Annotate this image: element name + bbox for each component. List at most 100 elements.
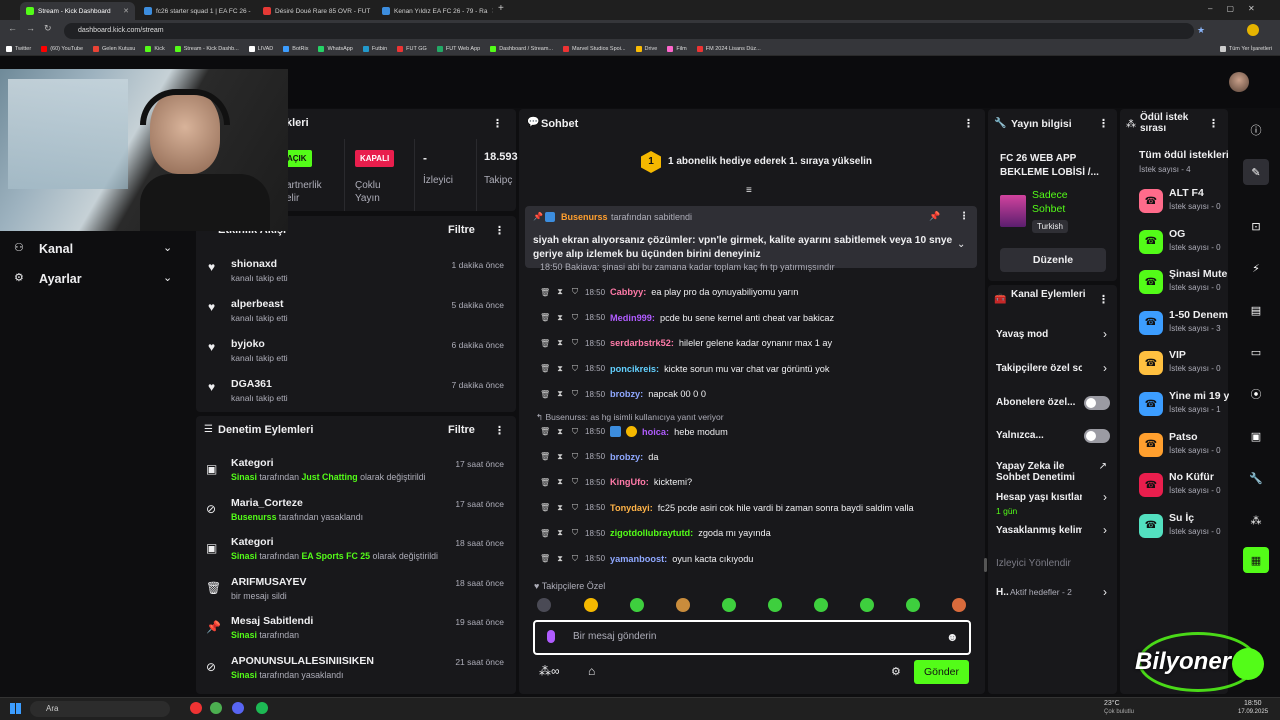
filter-button[interactable]: Filtre (448, 224, 475, 236)
external-link-icon[interactable]: ↗ (1099, 461, 1107, 472)
info-icon[interactable]: ⓘ (1243, 117, 1269, 143)
more-menu-icon[interactable]: ⋮ (1098, 293, 1109, 306)
chat-username[interactable]: poncikreis: (610, 364, 659, 374)
user-avatar[interactable] (1229, 72, 1249, 92)
chevron-down-icon[interactable]: ⌄ (163, 241, 172, 254)
unpin-icon[interactable]: 📌 (929, 211, 940, 222)
lightning-icon[interactable]: ⚡ (1243, 255, 1269, 281)
delete-icon[interactable]: 🗑 (540, 313, 550, 322)
emote-icon[interactable] (722, 598, 736, 612)
url-field[interactable]: dashboard.kick.com/stream (64, 23, 1194, 39)
mod-shield-icon[interactable]: ⛉ (570, 364, 580, 374)
chat-message[interactable]: 🗑 ⧗ ⛉ 18:50 Tonydayi: fc25 pcde asiri cok hil… (540, 503, 914, 513)
timeout-icon[interactable]: ⧗ (555, 554, 565, 564)
emoji-icon[interactable]: ☻ (946, 630, 959, 644)
chevron-right-icon[interactable]: › (1103, 523, 1107, 537)
chat-username[interactable]: Medin999: (610, 313, 655, 323)
more-menu-icon[interactable]: ⋮ (492, 117, 503, 130)
more-menu-icon[interactable]: ⋮ (494, 224, 505, 237)
browser-tab[interactable]: Désiré Doué Rare 85 OVR - FUT✕ (257, 2, 374, 20)
chevron-down-icon[interactable]: ⌄ (957, 239, 965, 250)
app-store-icon[interactable]: ▦ (1243, 547, 1269, 573)
bookmark[interactable]: (60) YouTube (41, 45, 83, 52)
delete-icon[interactable]: 🗑 (540, 529, 550, 538)
chat-message[interactable]: 🗑 ⧗ ⛉ 18:50 yamanboost: oyun kacta cıkıyodu (540, 554, 753, 564)
channel-action-label[interactable]: Takipçilere özel sol (996, 363, 1082, 374)
timeout-icon[interactable]: ⧗ (555, 287, 565, 297)
delete-icon[interactable]: 🗑 (540, 390, 550, 399)
more-menu-icon[interactable]: ⋮ (494, 424, 505, 437)
reward-item[interactable]: ☎ VIP İstek sayısı - 0 (1139, 347, 1229, 379)
send-button[interactable]: Gönder (914, 660, 969, 684)
delete-icon[interactable]: 🗑 (540, 427, 550, 436)
community-icon[interactable]: ⁂ (1243, 507, 1269, 533)
bookmark[interactable]: Gelen Kutusu (93, 45, 135, 52)
new-tab-icon[interactable]: + (498, 3, 504, 14)
chat-message[interactable]: 🗑 ⧗ ⛉ 18:50 Medin999: pcde bu sene kernel ant… (540, 313, 834, 323)
chat-username[interactable]: Cabbyy: (610, 287, 646, 297)
bookmark[interactable]: Dashboard / Stream... (490, 45, 553, 52)
edit-button[interactable]: Düzenle (1000, 248, 1106, 272)
activity-user[interactable]: DGA361 (231, 378, 272, 390)
chat-username[interactable]: zigotdollubraytutd: (610, 528, 693, 538)
reward-item[interactable]: ☎ OG İstek sayısı - 0 (1139, 226, 1229, 258)
nav-kanal[interactable]: Kanal (39, 242, 73, 256)
all-requests[interactable]: Tüm ödül istekleri (1139, 149, 1228, 161)
mod-shield-icon[interactable]: ⛉ (570, 287, 580, 297)
bookmark[interactable]: Drive (635, 45, 657, 52)
channel-action-label[interactable]: Hesap yaşı kısıtlam (996, 492, 1082, 503)
timeout-icon[interactable]: ⧗ (555, 427, 565, 437)
category-name[interactable]: Sadece Sohbet (1032, 188, 1098, 216)
moderation-actor[interactable]: Sinasi (231, 472, 257, 482)
channel-action-label[interactable]: Yapay Zeka ile Sohbet Denetimi (996, 461, 1082, 483)
chat-username[interactable]: serdarbstrk52: (610, 338, 674, 348)
bookmark[interactable]: FUT Web App (436, 45, 480, 52)
layout-icon[interactable]: ▣ (1243, 423, 1269, 449)
taskbar-search[interactable]: Ara (30, 701, 170, 717)
emote-icon[interactable] (906, 598, 920, 612)
reward-item[interactable]: ☎ ALT F4 İstek sayısı - 0 (1139, 185, 1229, 217)
all-bookmarks[interactable]: Tüm Yer İşaretleri (1219, 45, 1272, 52)
chat-username[interactable]: yamanboost: (610, 554, 667, 564)
chat-username[interactable]: brobzy: (610, 389, 643, 399)
gift-banner[interactable]: 1 abonelik hediye ederek 1. sıraya yükse… (668, 156, 872, 167)
delete-icon[interactable]: 🗑 (540, 503, 550, 512)
browser-tab[interactable]: Stream - Kick Dashboard ✕ (20, 2, 135, 20)
emote-icon[interactable] (860, 598, 874, 612)
mod-shield-icon[interactable]: ⛉ (570, 427, 580, 437)
emote-icon[interactable] (630, 598, 644, 612)
mod-shield-icon[interactable]: ⛉ (570, 503, 580, 513)
bookmark[interactable]: Kick (145, 45, 165, 52)
wrench-icon[interactable]: 🔧 (1243, 465, 1269, 491)
store-icon[interactable]: ⌂ (588, 664, 595, 678)
moderation-actor[interactable]: Sinasi (231, 630, 257, 640)
more-menu-icon[interactable]: ⋮ (1098, 117, 1109, 130)
delete-icon[interactable]: 🗑 (540, 554, 550, 563)
timeout-icon[interactable]: ⧗ (555, 477, 565, 487)
more-menu-icon[interactable]: ⋮ (959, 211, 969, 222)
reward-item[interactable]: ☎ No Küfür İstek sayısı - 0 (1139, 469, 1229, 501)
timeout-icon[interactable]: ⧗ (555, 503, 565, 513)
bookmark[interactable]: FUT GG (397, 45, 427, 52)
chat-username[interactable]: hoica: (642, 427, 669, 437)
browser-tab[interactable]: fc26 starter squad 1 | EA FC 26 -✕ (138, 2, 255, 20)
timeout-icon[interactable]: ⧗ (555, 338, 565, 348)
reward-item[interactable]: ☎ Patso İstek sayısı - 0 (1139, 429, 1229, 461)
timeout-icon[interactable]: ⧗ (555, 528, 565, 538)
chat-message[interactable]: 🗑 ⧗ ⛉ 18:50 KingUfo: kicktemi? (540, 477, 692, 487)
channel-action-label[interactable]: Abonelere özel... (996, 397, 1082, 408)
activity-user[interactable]: alperbeast (231, 298, 284, 310)
broadcast-icon[interactable]: ⦿ (1243, 381, 1269, 407)
timeout-icon[interactable]: ⧗ (555, 389, 565, 399)
chat-message[interactable]: 🗑 ⧗ ⛉ 18:50 brobzy: napcak 00 0 0 (540, 389, 706, 399)
delete-icon[interactable]: 🗑 (540, 339, 550, 348)
bookmark[interactable]: WhatsApp (318, 45, 353, 52)
more-menu-icon[interactable]: ⋮ (1208, 117, 1219, 130)
mod-shield-icon[interactable]: ⛉ (570, 338, 580, 348)
chevron-right-icon[interactable]: › (1103, 327, 1107, 341)
bookmark[interactable]: BotRix (283, 45, 308, 52)
chat-bubble-icon[interactable]: ▭ (1243, 339, 1269, 365)
browser-tab[interactable]: Kenan Yıldız EA FC 26 - 79 - Ra✕ (376, 2, 493, 20)
timeout-icon[interactable]: ⧗ (555, 313, 565, 323)
mod-shield-icon[interactable]: ⛉ (570, 389, 580, 399)
